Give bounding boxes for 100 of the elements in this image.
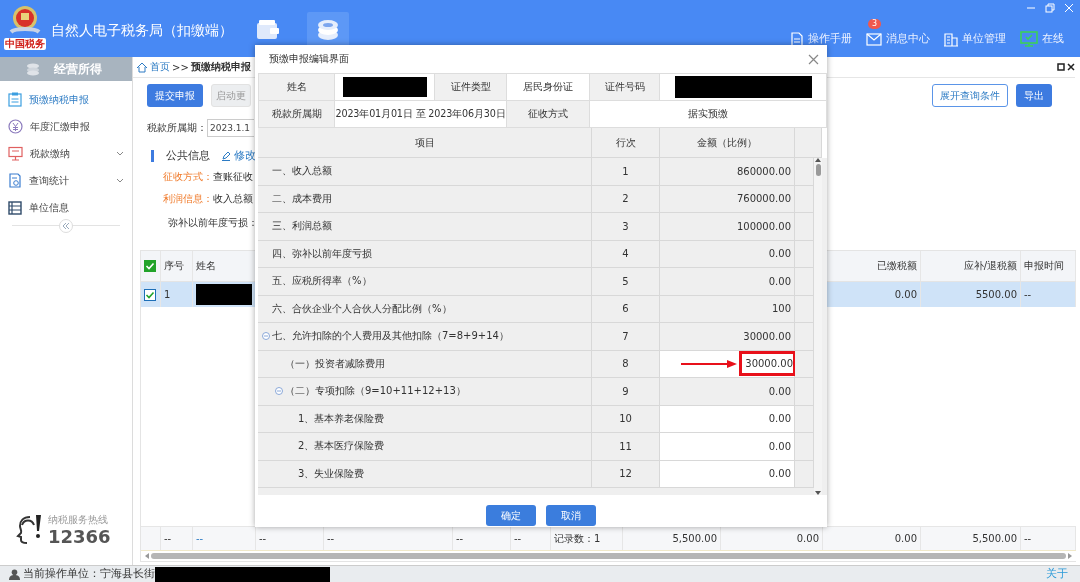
field-label: 证件类型 (435, 74, 507, 101)
table-cell: 12 (619, 468, 632, 480)
column-header: 应补/退税额 (963, 259, 1017, 273)
coin-stack-icon (315, 18, 341, 42)
total-cell: 0.00 (796, 533, 819, 544)
column-header: 金额（比例） (660, 128, 795, 158)
envelope-icon (866, 32, 882, 46)
table-cell: 9 (622, 385, 629, 397)
sidebar-item[interactable]: 单位信息 (0, 194, 132, 221)
header-link[interactable]: 在线 (1020, 31, 1064, 47)
field-label: 征收方式： (163, 170, 213, 184)
column-header: 序号 (164, 259, 184, 273)
filter-label: 税款所属期： (147, 121, 207, 135)
wallet-icon (255, 18, 281, 42)
column-header: 项目 (258, 128, 592, 158)
table-cell: 10 (619, 413, 632, 425)
item-label: （一）投资者减除费用 (285, 356, 385, 371)
field-label: 姓名 (259, 74, 335, 101)
toolbar-button[interactable]: 展开查询条件 (932, 84, 1008, 107)
section-title: 公共信息 (166, 149, 210, 163)
sidebar-item[interactable]: 税款缴纳 (0, 140, 132, 167)
table-cell: 30000.00 (743, 330, 791, 342)
table-cell: 860000.00 (736, 165, 791, 177)
status-text: 当前操作单位：宁海县长街 (23, 567, 155, 581)
clipboard-icon (8, 92, 22, 107)
collapse-icon[interactable] (261, 332, 270, 341)
list-icon (8, 200, 22, 215)
table-cell: 0.00 (768, 275, 791, 287)
home-icon (136, 61, 148, 73)
left-arrow-icon (145, 553, 149, 559)
sidebar-item[interactable]: 查询统计 (0, 167, 132, 194)
item-label: （二）专项扣除（9=10+11+12+13） (285, 384, 466, 399)
total-cell: -- (164, 533, 172, 544)
total-cell: -- (1024, 533, 1032, 544)
app-title: 自然人电子税务局（扣缴端） (51, 22, 233, 40)
about-link[interactable]: 关于 (1046, 567, 1068, 581)
amount-field[interactable]: 0.00 (768, 440, 791, 452)
total-cell: 5,500.00 (972, 533, 1017, 544)
total-cell: -- (259, 533, 267, 544)
collapse-button[interactable] (59, 219, 73, 233)
toolbar-button[interactable]: 启动更 (211, 84, 251, 107)
amount-field[interactable]: 0.00 (768, 413, 791, 425)
sidebar-title: 经营所得 (54, 60, 102, 78)
item-label: 二、成本费用 (272, 191, 332, 206)
item-label: 3、失业保险费 (298, 466, 365, 481)
double-chevron-icon (62, 223, 70, 229)
table-cell: 5 (622, 275, 629, 287)
item-label: 1、基本养老保险费 (298, 411, 385, 426)
table-cell: -- (1024, 289, 1032, 300)
item-label: 三、利润总额 (272, 219, 332, 234)
restore-icon[interactable] (1057, 63, 1065, 71)
total-cell: 5,500.00 (672, 533, 717, 544)
dialog-button[interactable]: 确定 (486, 505, 536, 526)
toolbar-button[interactable]: 导出 (1016, 84, 1052, 107)
edit-link[interactable]: 修改 (221, 149, 256, 163)
item-label: 五、应税所得率（%） (272, 274, 372, 289)
pencil-icon (221, 151, 231, 161)
vertical-scrollbar[interactable] (814, 158, 822, 495)
period-field[interactable]: 2023.1.1 (207, 119, 254, 137)
redacted-block (196, 284, 252, 305)
table-cell: 1 (164, 289, 171, 300)
monitor-icon (1020, 31, 1038, 47)
table-cell: 3 (622, 220, 629, 232)
table-cell: 760000.00 (736, 193, 791, 205)
table-cell: 4 (622, 248, 629, 260)
logo-text: 中国税务 (4, 38, 46, 50)
field-value: 查账征收 (213, 170, 253, 184)
total-link[interactable]: -- (196, 533, 204, 544)
close-icon[interactable] (1067, 63, 1075, 71)
table-cell: 0.00 (894, 289, 917, 300)
row-checkbox[interactable] (144, 288, 156, 301)
empty-header-cell (795, 128, 822, 158)
sidebar-item[interactable]: 预缴纳税申报 (0, 86, 132, 113)
header-link[interactable]: 单位管理 (944, 31, 1006, 47)
sidebar-item[interactable]: 年度汇缴申报 (0, 113, 132, 140)
toolbar-button[interactable]: 提交申报 (147, 84, 203, 107)
collapse-icon[interactable] (274, 387, 283, 396)
amount-field[interactable]: 0.00 (768, 468, 791, 480)
header-link[interactable]: 操作手册 (790, 31, 852, 47)
item-label: 六、合伙企业个人合伙人分配比例（%） (272, 301, 452, 316)
breadcrumb-current: 预缴纳税申报 (190, 60, 251, 74)
dialog-button[interactable]: 取消 (546, 505, 596, 526)
select-all-checkbox[interactable] (144, 260, 156, 272)
table-cell: 100 (771, 303, 791, 315)
table-cell: 6 (622, 303, 629, 315)
table-cell: 0.00 (768, 385, 791, 397)
table-cell: 2 (622, 193, 629, 205)
table-cell: 11 (619, 440, 632, 452)
breadcrumb-link[interactable]: 首页 (150, 60, 170, 74)
field-label: 征收方式 (507, 101, 590, 128)
item-label: 四、弥补以前年度亏损 (272, 246, 372, 261)
arrow-annotation (681, 359, 738, 368)
item-label: 七、允许扣除的个人费用及其他扣除（7=8+9+14） (272, 329, 509, 344)
monitor-icon (8, 146, 23, 161)
column-header: 申报时间 (1024, 259, 1064, 273)
total-cell: 记录数：1 (554, 531, 601, 546)
total-cell: -- (456, 533, 464, 544)
scrollbar-thumb[interactable] (815, 164, 821, 176)
table-cell: 1 (622, 165, 629, 177)
right-arrow-icon (1068, 553, 1072, 559)
